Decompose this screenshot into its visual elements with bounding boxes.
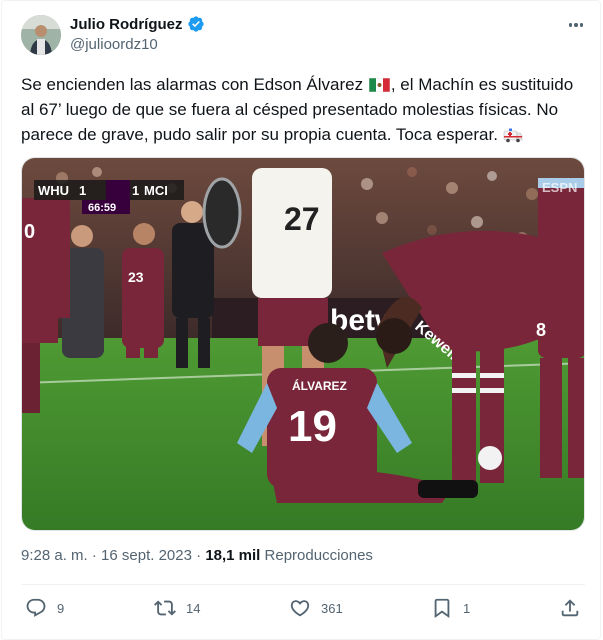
reply-button[interactable]: 9 [25, 595, 64, 621]
bookmark-button[interactable]: 1 [431, 595, 470, 621]
share-icon [561, 599, 579, 617]
share-button[interactable] [559, 595, 581, 621]
like-button[interactable]: 361 [289, 595, 343, 621]
author-handle[interactable]: @julioordz10 [70, 36, 158, 53]
retweet-button[interactable]: 14 [154, 595, 200, 621]
divider [21, 584, 585, 585]
jersey-8: 8 [536, 320, 546, 340]
author-name-row: Julio Rodríguez [70, 15, 205, 33]
tweet-date[interactable]: 16 sept. 2023 [101, 547, 192, 564]
reply-icon [26, 598, 46, 617]
broadcaster-logo: ESPN [542, 180, 577, 195]
player-name: ÁLVAREZ [292, 378, 347, 393]
score-away: 1 [132, 183, 139, 198]
score-away-team: MCI [144, 183, 168, 198]
author-avatar[interactable] [21, 15, 61, 55]
player-number: 19 [288, 402, 337, 451]
verified-badge-icon [187, 16, 204, 32]
tweet-meta: 9:28 a. m. · 16 sept. 2023 · 18,1 mil Re… [21, 547, 373, 564]
score-home-team: WHU [38, 183, 69, 198]
retweet-icon [154, 600, 176, 616]
bookmark-count: 1 [463, 600, 471, 616]
tweet-text: Se encienden las alarmas con Edson Álvar… [21, 72, 589, 147]
more-options-icon[interactable] [564, 15, 588, 35]
reply-count: 9 [57, 600, 65, 616]
views-label: Reproducciones [260, 547, 373, 564]
bookmark-icon [434, 598, 450, 619]
jersey-27: 27 [284, 201, 320, 237]
svg-text:0: 0 [24, 221, 35, 243]
avatar-image [21, 15, 61, 55]
views-count: 18,1 mil [205, 547, 261, 564]
mexico-flag-icon [368, 78, 390, 92]
match-clock: 66:59 [88, 202, 116, 214]
tweet-time[interactable]: 9:28 a. m. [21, 547, 88, 564]
ambulance-icon [503, 128, 522, 143]
tweet-card: Julio Rodríguez @julioordz10 Se enciende… [1, 0, 601, 640]
author-name[interactable]: Julio Rodríguez [70, 16, 183, 33]
score-home: 1 [79, 183, 86, 198]
meta-separator-2: · [191, 547, 206, 564]
tweet-text-part1: Se encienden las alarmas con Edson Álvar… [21, 75, 364, 94]
tweet-media-photo[interactable]: betw 23 0 27 Kewell 8 ÁLVAREZ 19 WHU 1 1… [21, 157, 585, 531]
match-photo: betw 23 0 27 Kewell 8 ÁLVAREZ 19 WHU 1 1… [22, 158, 584, 530]
retweet-count: 14 [186, 600, 201, 616]
heart-icon [290, 600, 310, 617]
meta-separator: · [87, 547, 102, 564]
action-bar: 9 14 361 1 [21, 595, 589, 621]
like-count: 361 [321, 600, 343, 616]
jersey-23: 23 [128, 269, 144, 285]
